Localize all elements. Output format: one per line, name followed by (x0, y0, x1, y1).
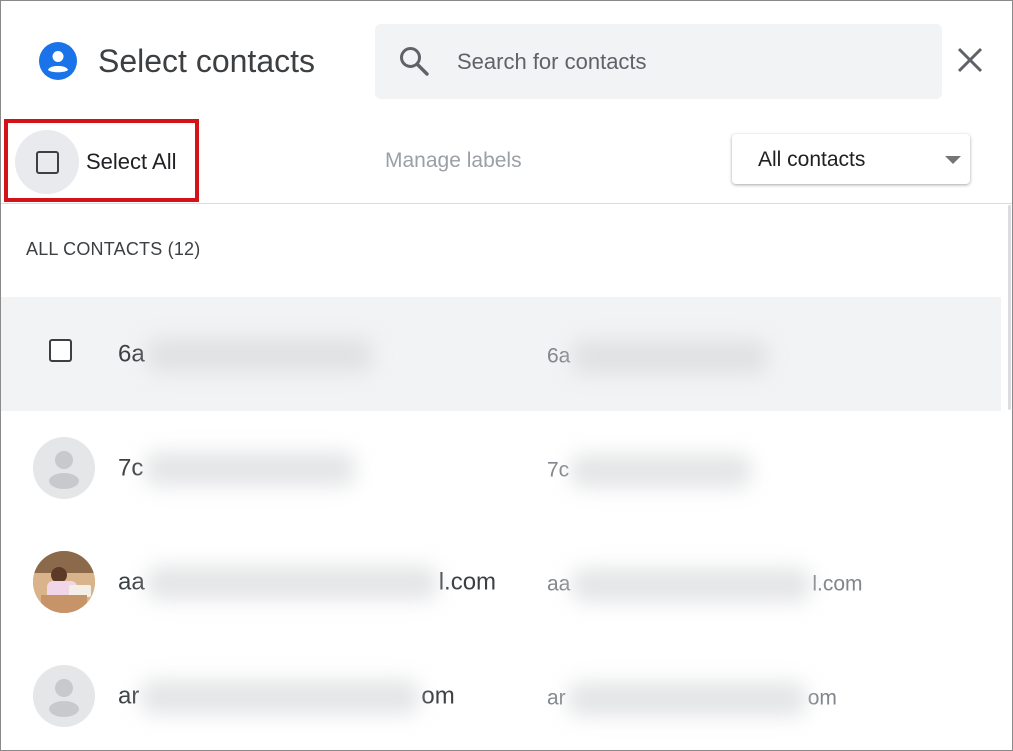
person-placeholder-icon (49, 451, 79, 489)
redacted-blur (572, 568, 811, 602)
dropdown-arrow-icon (945, 156, 961, 164)
redacted-blur (567, 682, 806, 716)
contact-email-text: ar (547, 686, 566, 710)
redacted-blur (145, 452, 356, 486)
contact-name: 7c (118, 452, 357, 486)
close-icon[interactable] (951, 41, 989, 79)
contact-name-suffix: l.com (438, 568, 497, 596)
contact-name-text: 7c (118, 454, 144, 482)
highlight-annotation-box (4, 119, 199, 202)
selection-toolbar: Select All Manage labels All contacts (1, 119, 1012, 204)
contact-email: ar om (547, 682, 837, 716)
contact-name: 6a (118, 338, 374, 372)
contact-row[interactable]: 7c 7c (1, 411, 1001, 525)
account-circle-icon (39, 42, 77, 80)
contact-row[interactable]: ar om ar om (1, 639, 1001, 750)
redacted-blur (146, 566, 437, 600)
contact-name: ar om (118, 680, 455, 714)
contact-email-suffix: l.com (812, 572, 863, 596)
contact-email-text: 7c (547, 458, 570, 482)
dropdown-selected-value: All contacts (758, 148, 866, 171)
contact-email: 6a (547, 340, 769, 374)
search-bar[interactable] (375, 24, 942, 99)
contact-email-text: aa (547, 572, 571, 596)
contact-name-suffix: om (421, 682, 455, 710)
contact-email: 7c (547, 454, 753, 488)
select-contacts-dialog: Select contacts Select All Manage labels… (0, 0, 1013, 751)
redacted-blur (572, 340, 768, 374)
avatar (33, 551, 95, 613)
scrollbar[interactable] (1008, 205, 1011, 410)
section-header: ALL CONTACTS (12) (26, 239, 201, 259)
person-placeholder-icon (49, 679, 79, 717)
contact-row[interactable]: 6a 6a (1, 297, 1001, 411)
redacted-blur (146, 338, 372, 372)
contact-name-text: ar (118, 682, 140, 710)
contact-email: aa l.com (547, 568, 863, 602)
avatar (33, 437, 95, 499)
search-input[interactable] (455, 42, 919, 82)
contact-name: aa l.com (118, 566, 496, 600)
redacted-blur (571, 454, 752, 488)
contact-name-text: aa (118, 568, 145, 596)
manage-labels-button[interactable]: Manage labels (385, 148, 522, 174)
contact-row[interactable]: aa l.com aa l.com (1, 525, 1001, 639)
search-icon (400, 47, 429, 76)
redacted-blur (141, 680, 420, 714)
contact-email-text: 6a (547, 344, 571, 368)
profile-photo (33, 551, 95, 613)
row-checkbox-icon[interactable] (49, 339, 72, 362)
contact-email-suffix: om (807, 686, 837, 710)
page-title: Select contacts (98, 43, 315, 79)
contacts-filter-dropdown[interactable]: All contacts (732, 134, 970, 184)
avatar (33, 665, 95, 727)
dialog-header: Select contacts (1, 1, 1012, 121)
contact-name-text: 6a (118, 340, 145, 368)
